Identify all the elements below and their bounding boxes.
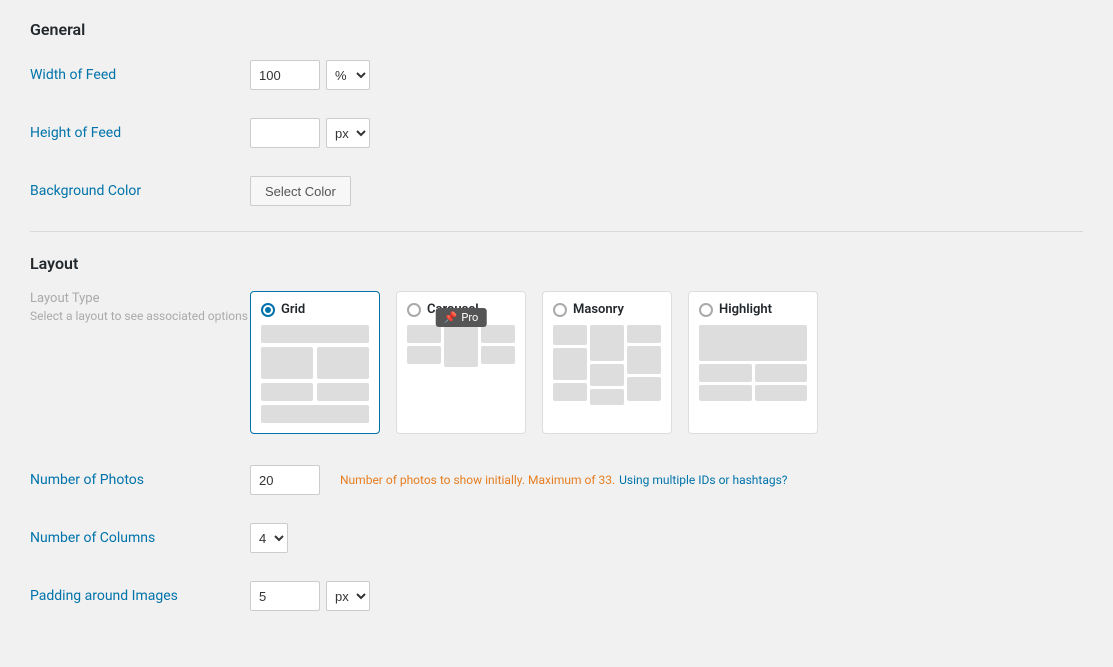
grid-preview — [261, 325, 369, 423]
layout-type-sublabel: Select a layout to see associated option… — [30, 308, 250, 325]
hp-block-2 — [755, 364, 808, 382]
number-of-columns-label: Number of Columns — [30, 530, 250, 546]
number-of-photos-label: Number of Photos — [30, 472, 250, 488]
highlight-radio — [699, 303, 713, 317]
width-of-feed-row: Width of Feed % px — [30, 57, 1083, 93]
padding-around-images-label: Padding around Images — [30, 588, 250, 604]
masonry-label: Masonry — [573, 302, 624, 317]
number-of-photos-hint: Number of photos to show initially. Maxi… — [340, 473, 615, 487]
number-of-columns-control: 1 2 3 4 5 6 — [250, 523, 288, 553]
mp-block-2 — [553, 348, 587, 380]
mp-block-4 — [590, 325, 624, 361]
layout-title: Layout — [30, 254, 1083, 273]
height-of-feed-unit-select[interactable]: px % — [326, 118, 370, 148]
grid-block-left-tall — [261, 347, 313, 379]
mp-block-3 — [553, 383, 587, 401]
padding-around-images-row: Padding around Images px % — [30, 578, 1083, 614]
mp-block-1 — [553, 325, 587, 345]
pro-badge-label: Pro — [461, 311, 478, 324]
layout-type-label: Layout Type — [30, 291, 250, 306]
width-of-feed-label: Width of Feed — [30, 67, 250, 83]
pin-icon: 📌 — [444, 311, 458, 324]
highlight-label: Highlight — [719, 302, 772, 317]
grid-block-top — [261, 325, 369, 343]
mp-block-6 — [590, 389, 624, 405]
grid-radio — [261, 303, 275, 317]
hp-block-1 — [699, 364, 752, 382]
background-color-row: Background Color Select Color — [30, 173, 1083, 209]
carousel-block-3 — [444, 325, 478, 367]
layout-card-highlight[interactable]: Highlight — [688, 291, 818, 434]
mp-block-7 — [627, 325, 661, 343]
number-of-columns-row: Number of Columns 1 2 3 4 5 6 — [30, 520, 1083, 556]
background-color-label: Background Color — [30, 183, 250, 199]
padding-around-images-input[interactable] — [250, 581, 320, 611]
grid-block-bottom-right — [317, 383, 369, 401]
width-of-feed-input[interactable] — [250, 60, 320, 90]
height-of-feed-control: px % — [250, 118, 370, 148]
mp-block-5 — [590, 364, 624, 386]
carousel-radio — [407, 303, 421, 317]
grid-block-right-tall — [317, 347, 369, 379]
layout-card-masonry[interactable]: Masonry — [542, 291, 672, 434]
masonry-radio — [553, 303, 567, 317]
hp-block-main — [699, 325, 807, 361]
general-section: General Width of Feed % px Height of Fee… — [30, 20, 1083, 209]
padding-around-images-control: px % — [250, 581, 370, 611]
hp-block-4 — [755, 385, 808, 401]
section-divider — [30, 231, 1083, 232]
layout-type-label-container: Layout Type Select a layout to see assoc… — [30, 291, 250, 325]
layout-options: Grid Carousel — [250, 291, 818, 434]
layout-card-carousel[interactable]: Carousel — [396, 291, 526, 434]
masonry-preview — [553, 325, 661, 405]
number-of-photos-row: Number of Photos Number of photos to sho… — [30, 462, 1083, 498]
height-of-feed-label: Height of Feed — [30, 125, 250, 141]
highlight-preview — [699, 325, 807, 401]
grid-block-bottom-wide — [261, 405, 369, 423]
padding-around-images-unit-select[interactable]: px % — [326, 581, 370, 611]
carousel-block-4 — [481, 325, 515, 343]
carousel-block-5 — [481, 346, 515, 364]
carousel-preview: 📌 Pro — [407, 325, 515, 367]
height-of-feed-input[interactable] — [250, 118, 320, 148]
carousel-block-2 — [407, 346, 441, 364]
carousel-pro-badge: 📌 Pro — [436, 308, 487, 327]
layout-type-row: Layout Type Select a layout to see assoc… — [30, 291, 1083, 434]
carousel-block-1 — [407, 325, 441, 343]
height-of-feed-row: Height of Feed px % — [30, 115, 1083, 151]
select-color-button[interactable]: Select Color — [250, 176, 351, 206]
multiple-ids-link[interactable]: Using multiple IDs or hashtags? — [619, 473, 787, 487]
number-of-photos-control: Number of photos to show initially. Maxi… — [250, 465, 787, 495]
grid-block-bottom-left — [261, 383, 313, 401]
layout-section: Layout Layout Type Select a layout to se… — [30, 254, 1083, 614]
width-of-feed-unit-select[interactable]: % px — [326, 60, 370, 90]
number-of-photos-input[interactable] — [250, 465, 320, 495]
mp-block-8 — [627, 346, 661, 374]
general-title: General — [30, 20, 1083, 39]
hp-block-3 — [699, 385, 752, 401]
width-of-feed-control: % px — [250, 60, 370, 90]
layout-card-grid[interactable]: Grid — [250, 291, 380, 434]
grid-label: Grid — [281, 302, 305, 317]
background-color-control: Select Color — [250, 176, 351, 206]
number-of-columns-select[interactable]: 1 2 3 4 5 6 — [250, 523, 288, 553]
mp-block-9 — [627, 377, 661, 401]
